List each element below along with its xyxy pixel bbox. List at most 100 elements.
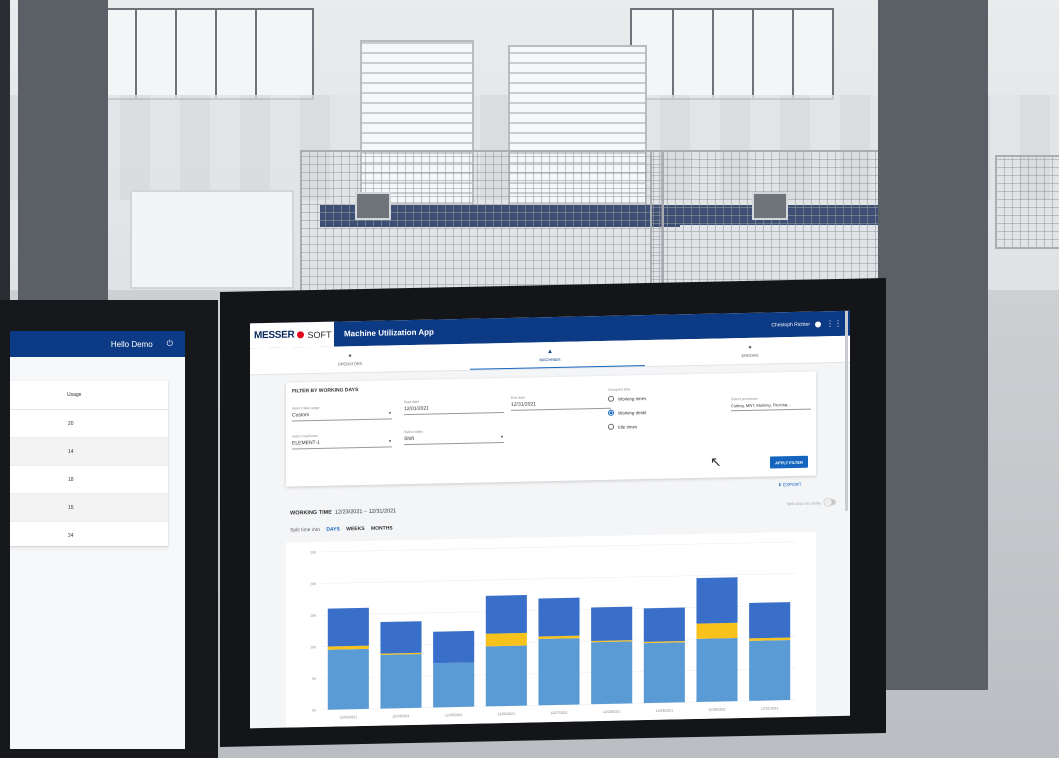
x-tick-label: 12/26/2021 [498,712,516,716]
working-time-heading: WORKING TIME 12/23/2021 ~ 12/31/2021 [290,508,396,516]
split-shifts-toggle[interactable]: Split data into shifts [786,499,836,506]
safety-fence [300,150,664,294]
table-row: 18 [10,466,168,494]
usage-cell: 24 [68,532,74,539]
chart-bar-segment [591,641,633,705]
radio-label: Working times [618,395,647,402]
x-tick-label: 12/23/2021 [340,715,358,719]
table-row: 14 [10,438,168,466]
start-date-field[interactable]: Start date 12/01/2021 [404,398,504,416]
power-icon[interactable]: ⏻ [167,339,173,349]
toggle-switch[interactable] [824,499,836,506]
field-value: 12/31/2021 [511,401,537,408]
radio-icon [608,395,614,402]
tab-errors[interactable]: ● ERRORS [650,336,850,366]
shifts-select[interactable]: Select shifts Shift ▼ [404,428,504,446]
radio-icon [608,409,614,416]
y-tick-label: 5h [312,677,316,681]
split-option-weeks[interactable]: WEEKS [346,526,364,532]
tab-label: MACHINES [539,356,561,362]
split-option-days[interactable]: DAYS [326,526,339,532]
x-tick-label: 12/28/2021 [603,710,621,714]
grid-menu-icon[interactable]: ⋮⋮ [826,318,842,327]
radio-label: Idle times [618,423,638,430]
date-range-select[interactable]: Select date range Custom ▼ [292,404,392,422]
y-tick-label: 0h [312,708,316,712]
radio-idle-times[interactable]: Idle times [608,423,637,430]
field-label: Select machines [292,433,318,439]
machines-select[interactable]: Select machines ELEMENT-1 ▼ [292,432,392,450]
y-tick-label: 20h [310,582,316,586]
chart-bar-segment [433,630,475,664]
usage-cell: 18 [68,476,74,483]
account-icon[interactable] [815,320,821,328]
tab-operators[interactable]: ● OPERATORS [250,344,450,374]
left-screen: Hello Demo ⏻ Usage 20 14 18 15 24 [10,331,185,749]
window [630,8,834,100]
messer-logo: MESSER SOFT [250,321,334,349]
chart-bar-segment [749,640,791,701]
scrollbar[interactable] [845,310,848,511]
chart-bar-segment [696,577,738,624]
field-label: End date [511,395,526,400]
field-label: Start date [404,399,420,405]
field-value: ELEMENT-1 [292,439,320,447]
chart-bar-segment [696,622,738,639]
chart-bar-segment [380,621,422,654]
chart-bar-segment [591,606,633,642]
waste-container [130,190,294,289]
y-tick-label: 15h [310,614,316,618]
x-tick-label: 12/31/2021 [761,706,779,710]
logo-suffix: SOFT [307,329,332,340]
processes-select[interactable]: Select processes Cutting, MNT, Marking, … [731,395,811,412]
working-time-chart-card: 0h 5h 10h 15h 20h 25h 12/23/2021 12/24/2021 12/2… [286,531,816,728]
filter-title: FILTER BY WORKING DAYS [292,387,359,395]
radio-icon [608,423,614,430]
x-tick-label: 12/25/2021 [445,713,463,717]
field-value: Custom [292,412,310,419]
chevron-down-icon: ▼ [388,410,392,416]
chevron-down-icon: ▼ [388,438,392,444]
tab-label: ERRORS [741,352,759,358]
field-value: 12/01/2021 [404,405,430,413]
x-tick-label: 12/24/2021 [392,714,410,718]
chart-bar-segment [485,632,527,647]
logo-mark-icon [296,330,306,340]
chart-bar-segment [433,662,475,708]
usage-column-header: Usage [10,381,168,410]
pillar [878,0,988,690]
person-icon: ● [348,352,352,359]
logo-brand: MESSER [254,329,295,342]
chart-bar-segment [485,645,527,707]
radio-working-times[interactable]: Working times [608,395,646,402]
y-tick-label: 25h [310,550,316,554]
machine-terminal [355,192,391,220]
usage-cell: 20 [68,420,74,427]
filter-card: FILTER BY WORKING DAYS Select date range… [286,371,816,487]
split-option-months[interactable]: MONTHS [371,525,393,531]
chart-bar-segment [749,602,791,639]
user-menu[interactable]: Christoph Richter ⋮⋮ [771,318,850,329]
pillar [18,0,108,300]
apply-filter-button[interactable]: APPLY FILTER [770,455,808,469]
end-date-field[interactable]: End date 12/31/2021 [511,393,611,411]
x-tick-label: 12/30/2021 [708,707,726,711]
export-label: EXPORT [783,481,802,488]
table-row: 15 [10,494,168,522]
radio-working-detail[interactable]: Working detail [608,409,646,416]
radio-label: Working detail [618,409,647,416]
field-label: Select processes [731,396,758,402]
working-time-title: WORKING TIME [290,509,332,517]
x-tick-label: 12/27/2021 [550,711,568,715]
machine-utilization-screen: MESSER SOFT Machine Utilization App Chri… [250,310,850,729]
field-value: Shift [404,435,415,443]
field-label: Select shifts [404,429,423,435]
x-tick-label: 12/29/2021 [656,709,674,713]
gridline [322,541,796,553]
split-shifts-label: Split data into shifts [786,499,821,506]
chart-bar-segment [327,648,369,710]
machine-icon: ▲ [547,348,553,355]
export-button[interactable]: ⬇ EXPORT [778,482,801,488]
split-time-selector: Split time into DAYS WEEKS MONTHS [290,525,393,533]
app-title: Machine Utilization App [344,327,434,339]
